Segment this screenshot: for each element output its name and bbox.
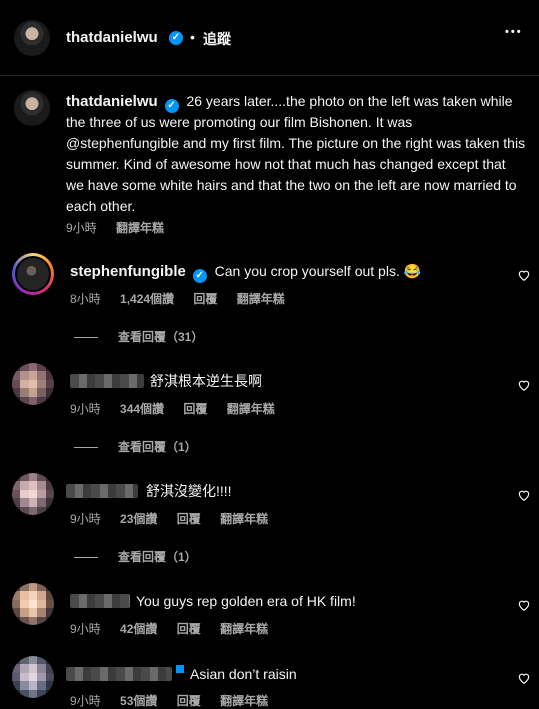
comment-body: 舒淇根本逆生長啊 xyxy=(150,373,262,389)
caption-username[interactable]: thatdanielwu xyxy=(66,93,158,110)
reply-button[interactable]: 回覆 xyxy=(177,694,201,708)
comment-body: Asian don’t raisin xyxy=(190,666,297,682)
translate-link[interactable]: 翻譯年糕 xyxy=(220,512,268,526)
blurred-username xyxy=(70,374,144,388)
view-replies-button[interactable]: 查看回覆（1） xyxy=(74,438,197,455)
translate-link[interactable]: 翻譯年糕 xyxy=(227,402,275,416)
view-replies-label: 查看回覆（31） xyxy=(118,330,204,344)
comment-time: 8小時 xyxy=(70,292,101,306)
view-replies-label: 查看回覆（1） xyxy=(118,440,197,454)
translate-link[interactable]: 翻譯年糕 xyxy=(220,694,268,708)
caption-body: 26 years later....the photo on the left … xyxy=(66,93,526,214)
view-replies-button[interactable]: 查看回覆（1） xyxy=(74,548,197,565)
comment-body: You guys rep golden era of HK film! xyxy=(136,593,356,609)
comment-likes[interactable]: 53個讚 xyxy=(120,694,157,708)
comment-likes[interactable]: 23個讚 xyxy=(120,512,157,526)
comment-meta: 9小時 42個讚 回覆 翻譯年糕 xyxy=(70,620,284,637)
author-avatar[interactable] xyxy=(14,20,50,56)
verified-badge-icon: ✓ xyxy=(192,269,207,283)
comment-likes[interactable]: 344個讚 xyxy=(120,402,164,416)
reply-button[interactable]: 回覆 xyxy=(177,622,201,636)
comment-meta: 9小時 23個讚 回覆 翻譯年糕 xyxy=(70,510,284,527)
translate-link[interactable]: 翻譯年糕 xyxy=(220,622,268,636)
comment-body: 舒淇沒變化!!!! xyxy=(146,483,232,499)
commenter-avatar-blurred[interactable] xyxy=(12,656,54,698)
commenter-avatar-blurred[interactable] xyxy=(12,583,54,625)
translate-link[interactable]: 翻譯年糕 xyxy=(237,292,285,306)
like-heart-icon[interactable] xyxy=(517,378,531,392)
comment-username[interactable]: stephenfungible xyxy=(70,263,186,280)
caption-translate-link[interactable]: 翻譯年糕 xyxy=(116,221,164,235)
comment-time: 9小時 xyxy=(70,402,101,416)
verified-badge-icon: ✓ xyxy=(169,31,183,45)
blurred-verified-badge-icon xyxy=(176,665,184,673)
caption-time: 9小時 xyxy=(66,221,97,235)
caption-author-avatar[interactable] xyxy=(14,90,50,126)
verified-badge-icon: ✓ xyxy=(164,99,179,113)
reply-button[interactable]: 回覆 xyxy=(177,512,201,526)
commenter-avatar[interactable] xyxy=(12,253,54,295)
post-header: thatdanielwu ✓ • 追蹤 ••• xyxy=(0,0,539,76)
comment-meta: 9小時 53個讚 回覆 翻譯年糕 xyxy=(70,692,284,709)
comment-meta: 8小時 1,424個讚 回覆 翻譯年糕 xyxy=(70,290,301,307)
like-heart-icon[interactable] xyxy=(517,598,531,612)
comment-likes[interactable]: 42個讚 xyxy=(120,622,157,636)
comment-likes[interactable]: 1,424個讚 xyxy=(120,292,174,306)
like-heart-icon[interactable] xyxy=(517,268,531,282)
blurred-username xyxy=(66,484,138,498)
comment-text: stephenfungible ✓ Can you crop yourself … xyxy=(70,261,500,283)
follow-button[interactable]: 追蹤 xyxy=(203,29,231,49)
commenter-avatar-blurred[interactable] xyxy=(12,473,54,515)
view-replies-button[interactable]: 查看回覆（31） xyxy=(74,328,203,345)
comment-body: Can you crop yourself out pls. 😂 xyxy=(214,263,422,279)
blurred-username xyxy=(70,594,130,608)
comment-time: 9小時 xyxy=(70,622,101,636)
blurred-username xyxy=(66,667,172,681)
reply-button[interactable]: 回覆 xyxy=(183,402,207,416)
more-options-icon[interactable]: ••• xyxy=(505,26,523,38)
reply-button[interactable]: 回覆 xyxy=(193,292,217,306)
separator-dot: • xyxy=(190,29,195,45)
comment-time: 9小時 xyxy=(70,694,101,708)
comment-meta: 9小時 344個讚 回覆 翻譯年糕 xyxy=(70,400,291,417)
view-replies-label: 查看回覆（1） xyxy=(118,550,197,564)
caption-text: thatdanielwu ✓ 26 years later....the pho… xyxy=(66,91,526,217)
caption-meta: 9小時 翻譯年糕 xyxy=(66,219,180,236)
like-heart-icon[interactable] xyxy=(517,671,531,685)
commenter-avatar-blurred[interactable] xyxy=(12,363,54,405)
comment-time: 9小時 xyxy=(70,512,101,526)
like-heart-icon[interactable] xyxy=(517,488,531,502)
author-username[interactable]: thatdanielwu xyxy=(66,29,158,46)
